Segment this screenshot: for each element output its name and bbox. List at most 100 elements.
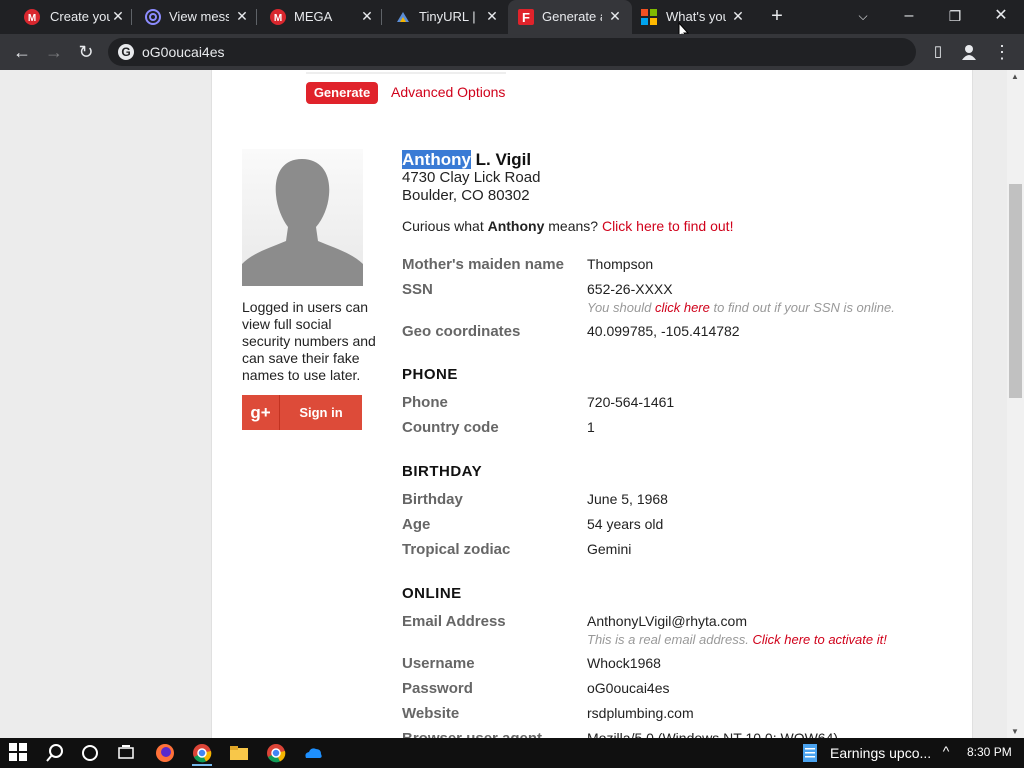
at-sign-icon <box>145 9 161 25</box>
close-tab-icon[interactable]: ✕ <box>730 8 746 24</box>
name-meaning-line: Curious what Anthony means? Click here t… <box>402 218 733 234</box>
avatar <box>242 149 363 286</box>
signin-label: Sign in <box>299 405 343 420</box>
page-scrollbar[interactable]: ▲ ▼ <box>1007 70 1024 738</box>
news-weather-icon[interactable] <box>800 743 820 763</box>
minimize-button[interactable]: – <box>886 0 932 34</box>
username-value: Whock1968 <box>587 655 661 671</box>
geo-label: Geo coordinates <box>402 323 521 340</box>
ssn-value: 652-26-XXXX <box>587 281 673 297</box>
tab-search-chevron-icon[interactable]: ⌵ <box>840 0 886 34</box>
address-line-1: 4730 Clay Lick Road <box>402 169 541 186</box>
file-explorer-icon[interactable] <box>229 743 249 763</box>
activate-email-link[interactable]: Click here to activate it! <box>752 632 886 647</box>
ssn-check-link[interactable]: click here <box>655 300 710 315</box>
tinyurl-icon <box>395 9 411 25</box>
restore-button[interactable]: ❐ <box>932 0 978 34</box>
tab-title: MEGA <box>294 9 333 24</box>
name-meaning-link[interactable]: Click here to find out! <box>602 218 734 234</box>
onedrive-icon[interactable] <box>303 743 323 763</box>
ssn-note-post: to find out if your SSN is online. <box>709 300 895 315</box>
birthday-heading: BIRTHDAY <box>402 463 483 480</box>
new-tab-button[interactable]: + <box>754 0 800 34</box>
forward-arrow-icon[interactable]: → <box>40 38 68 66</box>
chrome-taskbar-icon[interactable] <box>192 740 212 766</box>
task-view-icon[interactable] <box>116 743 136 763</box>
profile-icon[interactable] <box>955 38 983 66</box>
close-window-button[interactable]: ✕ <box>978 0 1024 34</box>
close-tab-icon[interactable]: ✕ <box>110 8 126 24</box>
geo-coordinates-link[interactable]: 40.099785, -105.414782 <box>587 323 740 339</box>
google-plus-signin-button[interactable]: g+ Sign in <box>242 395 362 430</box>
tab-separator <box>131 9 132 25</box>
news-widget-text[interactable]: Earnings upco... <box>830 745 931 761</box>
close-tab-icon[interactable]: ✕ <box>234 8 250 24</box>
microsoft-icon <box>641 9 657 25</box>
close-tab-icon[interactable]: ✕ <box>484 8 500 24</box>
tab-create-your[interactable]: M Create your ✕ <box>8 0 132 34</box>
back-arrow-icon[interactable]: ← <box>8 38 36 66</box>
svg-text:M: M <box>28 13 36 24</box>
birthday-label: Birthday <box>402 491 463 508</box>
age-value: 54 years old <box>587 516 664 532</box>
tab-title: TinyURL | M <box>419 9 479 24</box>
tab-title: What's you <box>666 9 726 24</box>
tab-separator <box>256 9 257 25</box>
maiden-name-label: Mother's maiden name <box>402 256 564 273</box>
country-code-label: Country code <box>402 419 499 436</box>
ssn-note: You should click here to find out if you… <box>587 300 895 315</box>
side-panel-icon[interactable]: ▯ <box>924 38 952 66</box>
website-value: rsdplumbing.com <box>587 705 694 721</box>
advanced-options-link[interactable]: Advanced Options <box>391 84 505 100</box>
phone-heading: PHONE <box>402 366 458 383</box>
close-tab-icon[interactable]: ✕ <box>607 8 623 24</box>
tray-chevron-up-icon[interactable]: ^ <box>936 743 956 763</box>
rest-of-name: L. Vigil <box>470 150 532 169</box>
tab-title: Create your <box>50 9 110 24</box>
address-bar[interactable]: G oG0oucai4es <box>108 38 916 66</box>
scroll-up-arrow-icon[interactable]: ▲ <box>1011 72 1019 81</box>
mega-icon: M <box>24 9 40 25</box>
email-note-pre: This is a real email address. <box>587 632 753 647</box>
close-tab-icon[interactable]: ✕ <box>359 8 375 24</box>
mega-icon: M <box>270 9 286 25</box>
phone-value: 720-564-1461 <box>587 394 675 410</box>
tab-tinyurl[interactable]: TinyURL | M ✕ <box>383 0 507 34</box>
tab-whats-your[interactable]: What's you ✕ <box>633 0 757 34</box>
zodiac-value: Gemini <box>587 541 632 557</box>
menu-kebab-icon[interactable]: ⋮ <box>988 38 1016 66</box>
curious-pre: Curious what <box>402 218 488 234</box>
chrome-icon[interactable] <box>266 743 286 763</box>
windows-taskbar: Earnings upco... ^ 8:30 PM <box>0 738 1024 768</box>
address-text[interactable]: oG0oucai4es <box>142 44 225 60</box>
scrollbar-thumb[interactable] <box>1009 184 1022 398</box>
tab-title: Generate a <box>542 9 602 24</box>
address-line-2: Boulder, CO 80302 <box>402 187 530 204</box>
first-name-selected: Anthony <box>402 150 471 169</box>
browser-toolbar: ← → ↻ G oG0oucai4es ▯ ⋮ <box>0 34 1024 70</box>
curious-post: means? <box>544 218 602 234</box>
maiden-name-value: Thompson <box>587 256 654 272</box>
password-label: Password <box>402 680 473 697</box>
age-label: Age <box>402 516 431 533</box>
zodiac-label: Tropical zodiac <box>402 541 511 558</box>
clock[interactable]: 8:30 PM <box>967 745 1012 759</box>
ssn-label: SSN <box>402 281 433 298</box>
curious-name: Anthony <box>487 218 545 234</box>
ssn-note-pre: You should <box>587 300 655 315</box>
email-label: Email Address <box>402 613 506 630</box>
windows-start-icon[interactable] <box>9 743 29 763</box>
password-value: oG0oucai4es <box>587 680 670 696</box>
tab-generate[interactable]: F Generate a ✕ <box>508 0 632 34</box>
reload-icon[interactable]: ↻ <box>72 38 100 66</box>
tab-view-messages[interactable]: View messa ✕ <box>133 0 257 34</box>
scroll-down-arrow-icon[interactable]: ▼ <box>1011 727 1019 736</box>
firefox-icon[interactable] <box>155 743 175 763</box>
birthday-value: June 5, 1968 <box>587 491 668 507</box>
search-icon[interactable] <box>45 743 65 763</box>
tab-title: View messa <box>169 9 229 24</box>
email-note: This is a real email address. Click here… <box>587 632 887 647</box>
cortana-icon[interactable] <box>80 743 100 763</box>
generate-button[interactable]: Generate <box>306 82 378 104</box>
tab-mega[interactable]: M MEGA ✕ <box>258 0 382 34</box>
